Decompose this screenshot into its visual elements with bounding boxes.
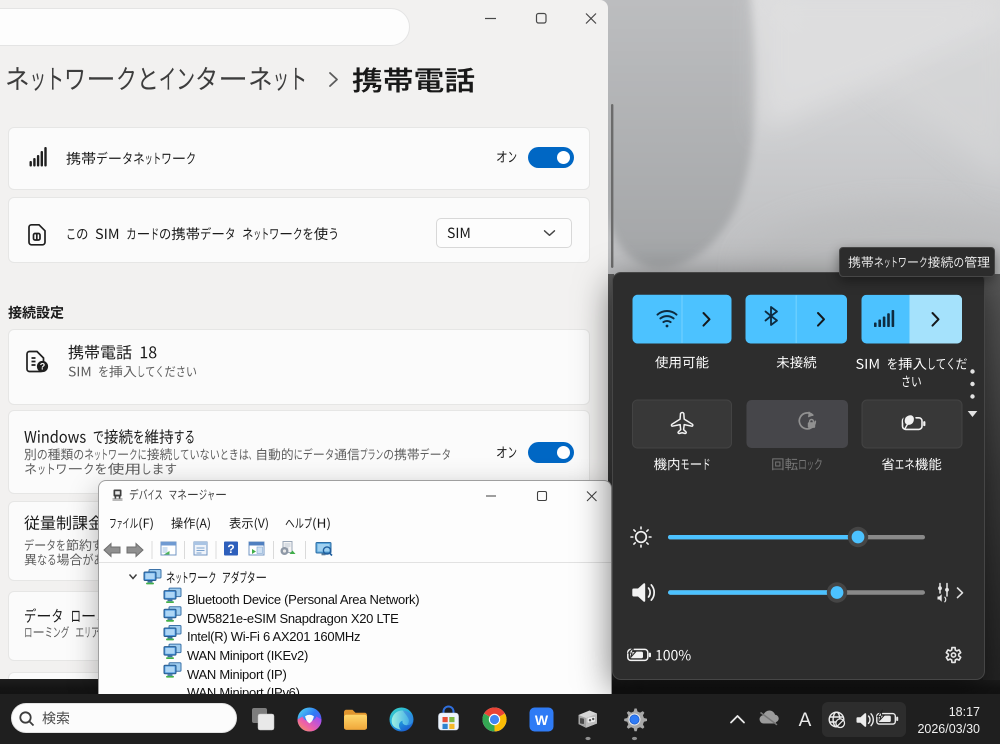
svg-text:?: ? [227,542,234,556]
svg-text:?: ? [40,362,46,372]
